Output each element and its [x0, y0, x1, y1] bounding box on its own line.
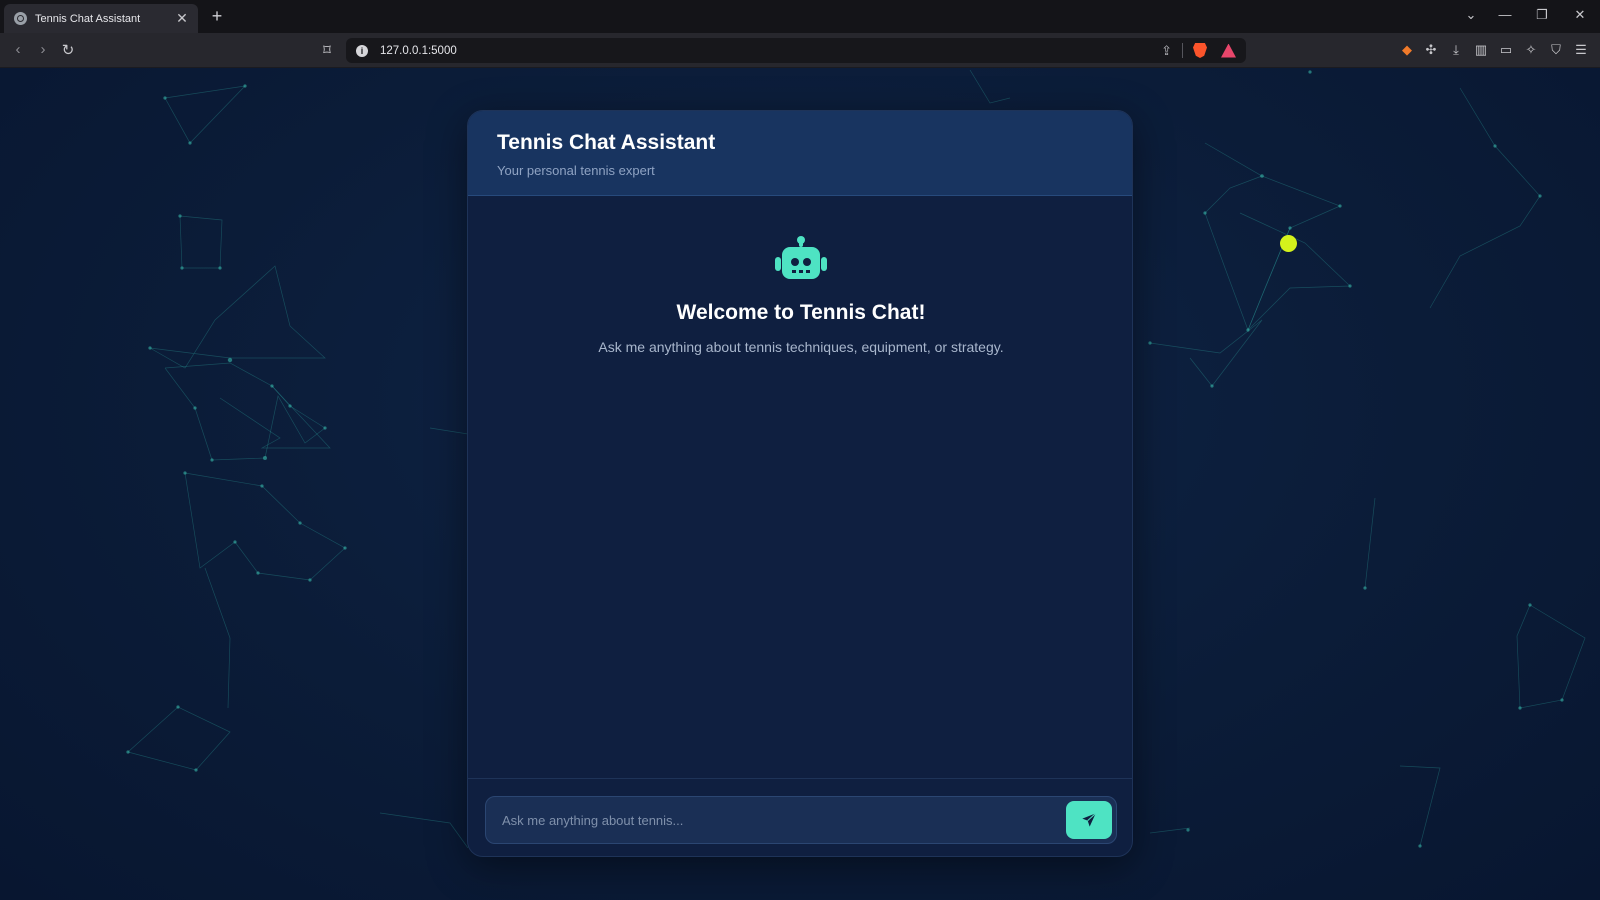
- message-composer: [468, 778, 1132, 856]
- robot-icon: [775, 236, 827, 283]
- globe-icon: [14, 12, 27, 25]
- paper-plane-icon: [1082, 812, 1097, 827]
- vpn-icon[interactable]: ⛉: [1547, 42, 1565, 58]
- extension-icon[interactable]: ◆: [1398, 42, 1416, 58]
- welcome-text: Ask me anything about tennis techniques,…: [598, 339, 1004, 355]
- chat-header: Tennis Chat Assistant Your personal tenn…: [468, 111, 1132, 196]
- browser-window: Tennis Chat Assistant ✕ + ⌄ — ❐ ✕ ‹ › ↻ …: [0, 0, 1600, 900]
- wallet-icon[interactable]: ▭: [1497, 42, 1515, 58]
- page-viewport: Tennis Chat Assistant Your personal tenn…: [0, 68, 1600, 900]
- minimize-icon[interactable]: —: [1495, 7, 1515, 22]
- message-input[interactable]: [502, 797, 1042, 843]
- restore-icon[interactable]: ❐: [1532, 7, 1552, 23]
- address-bar[interactable]: i 127.0.0.1:5000 ⇪: [346, 38, 1246, 63]
- bookmark-icon[interactable]: ⌑: [317, 41, 337, 59]
- site-info-icon[interactable]: i: [356, 44, 368, 57]
- brave-shields-icon[interactable]: [1193, 43, 1207, 58]
- cursor-highlight: [1280, 235, 1297, 252]
- share-icon[interactable]: ⇪: [1161, 43, 1172, 59]
- brave-rewards-icon[interactable]: [1221, 43, 1236, 58]
- page-subtitle: Your personal tennis expert: [497, 163, 655, 178]
- puzzle-icon[interactable]: ✣: [1422, 42, 1440, 58]
- divider: [1182, 43, 1183, 58]
- tab-bar: Tennis Chat Assistant ✕ + ⌄ — ❐ ✕: [0, 0, 1600, 33]
- leo-icon[interactable]: ✧: [1522, 42, 1540, 58]
- reload-icon[interactable]: ↻: [58, 41, 78, 59]
- back-icon[interactable]: ‹: [8, 41, 28, 58]
- tab-search-icon[interactable]: ⌄: [1461, 7, 1481, 23]
- chat-panel: Tennis Chat Assistant Your personal tenn…: [467, 110, 1133, 857]
- download-icon[interactable]: ⤓: [1447, 42, 1465, 58]
- tab-title: Tennis Chat Assistant: [35, 12, 141, 25]
- url-text[interactable]: 127.0.0.1:5000: [380, 45, 1161, 57]
- sidebar-icon[interactable]: ▥: [1472, 42, 1490, 58]
- welcome-message: Welcome to Tennis Chat! Ask me anything …: [468, 236, 1132, 355]
- browser-toolbar: ‹ › ↻ ⌑ i 127.0.0.1:5000 ⇪ 1 ◆ ✣ ⤓ ▥ ▭ ✧…: [0, 33, 1600, 82]
- close-window-icon[interactable]: ✕: [1570, 7, 1590, 23]
- send-button[interactable]: [1066, 801, 1112, 839]
- message-input-wrapper: [485, 796, 1117, 844]
- welcome-title: Welcome to Tennis Chat!: [676, 301, 926, 324]
- forward-icon[interactable]: ›: [33, 41, 53, 58]
- tab-close-icon[interactable]: ✕: [174, 10, 190, 27]
- browser-tab[interactable]: Tennis Chat Assistant ✕: [4, 4, 198, 33]
- page-title: Tennis Chat Assistant: [497, 131, 716, 154]
- new-tab-button[interactable]: +: [208, 6, 226, 27]
- menu-icon[interactable]: ☰: [1572, 42, 1590, 58]
